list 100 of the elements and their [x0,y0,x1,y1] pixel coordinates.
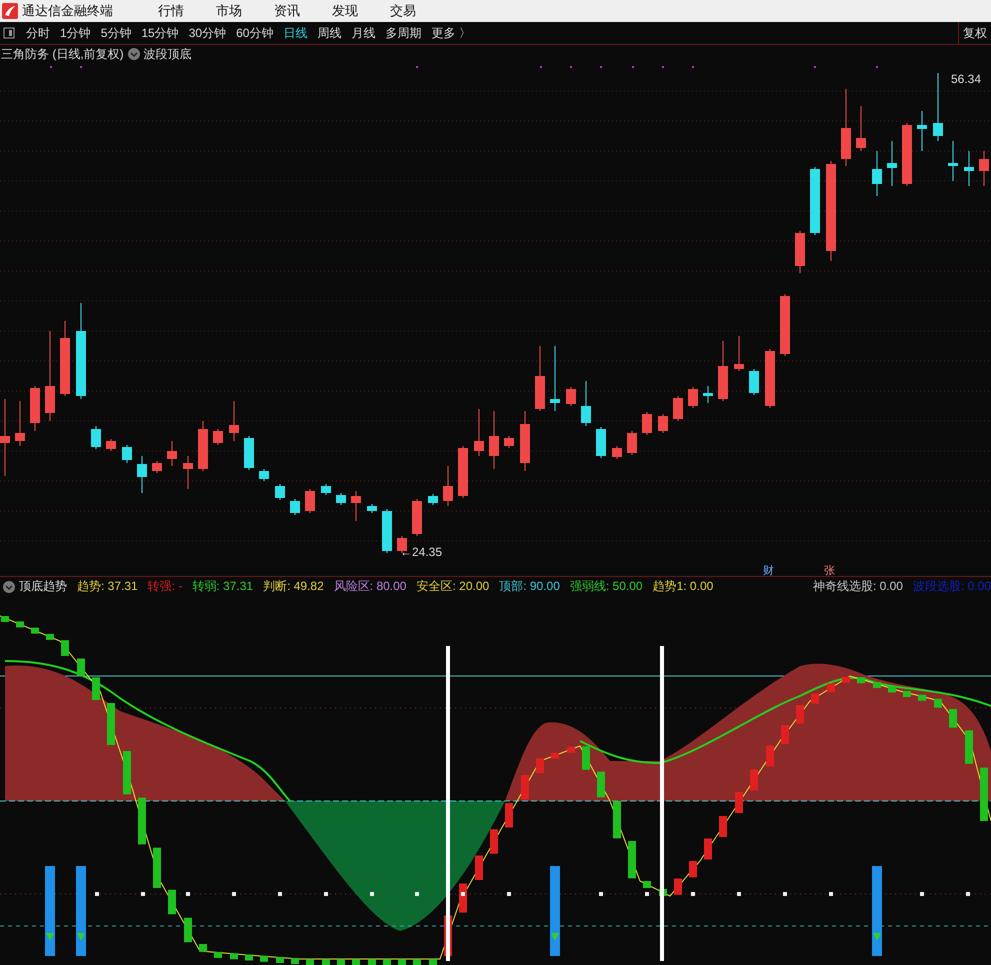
trend-bar [61,640,69,656]
indicator-value: 顶部: 90.00 [499,578,560,595]
adjust-button[interactable]: 复权 [958,22,991,44]
event-marker[interactable]: 张 [824,565,835,576]
candlestick [887,140,897,186]
trend-bar [413,959,421,965]
indicator-name: 顶底趋势 [19,578,67,595]
trend-bar [245,954,253,960]
indicator-name[interactable]: 波段顶底 [144,46,192,62]
trend-bar [398,959,406,965]
candlestick [167,440,177,466]
trend-bar [873,682,881,688]
candlestick [872,150,882,196]
period-tab[interactable]: 5分钟 [96,24,136,42]
trend-bar [965,730,973,764]
candlestick [428,494,438,506]
trend-bar [888,686,896,692]
trend-bar [306,959,314,965]
candlestick [122,444,132,464]
trend-bar [1,616,9,622]
trend-bar [123,751,131,794]
trend-bar [383,959,391,965]
trend-bar [719,816,727,837]
panel-toggle-icon[interactable] [3,27,15,39]
indicator-value: 波段选股: 0.00 [912,578,991,595]
dropdown-icon[interactable] [3,580,15,592]
chart-title: 三角防务 (日线,前复权) [1,46,124,62]
candlestick [229,400,239,442]
trend-bar [536,758,544,774]
trend-bar [429,959,437,965]
indicator-value: 风险区: 80.00 [334,578,406,595]
candlestick [275,484,285,500]
trend-bar [704,838,712,860]
trend-bar [857,677,865,684]
menu-item[interactable]: 交易 [390,2,416,20]
candlestick [933,72,943,142]
period-tab[interactable]: 15分钟 [136,24,184,42]
candlestick [106,438,116,452]
event-marker[interactable]: 财 [763,565,774,576]
period-tab[interactable]: 日线 [278,24,312,42]
period-tab[interactable]: 多周期 [380,24,426,42]
indicator-value: 趋势: 37.31 [77,578,138,595]
trend-bar [276,956,284,963]
candlestick [627,430,637,456]
candlestick [336,492,346,506]
period-tab[interactable]: 分时 [21,24,55,42]
candlestick [734,336,744,372]
trend-bar [643,881,651,888]
menu-item[interactable]: 发现 [332,2,358,20]
trend-bar [750,770,758,790]
candlestick [351,490,361,522]
candlestick [795,230,805,274]
candlestick [964,150,974,186]
candlestick [948,140,958,182]
candlestick [979,150,989,186]
trend-bar [168,890,176,914]
candlestick [382,508,392,554]
candlestick [566,386,576,406]
period-tab[interactable]: 周线 [312,24,346,42]
candlestick [259,468,269,482]
trend-bar [521,775,529,800]
menu-item[interactable]: 市场 [216,2,242,20]
trend-bar [903,691,911,697]
trend-bar [628,841,636,878]
trend-bar [582,746,590,770]
period-tab[interactable]: 1分钟 [55,24,96,42]
trend-bar [505,803,513,828]
trend-bar [735,792,743,813]
candlestick [367,504,377,514]
candlestick [198,420,208,472]
trend-bar [613,801,621,838]
candlestick [581,380,591,426]
candlestick [749,368,759,396]
trend-bar [781,725,789,744]
menu-item[interactable]: 行情 [158,2,184,20]
candlestick [612,446,622,460]
candlestick [15,400,25,446]
period-tab[interactable]: 月线 [346,24,380,42]
candlestick [765,348,775,408]
candlestick [183,456,193,490]
period-tab[interactable]: 60分钟 [231,24,278,42]
period-tab[interactable]: 更多 〉 [426,24,476,42]
dropdown-icon[interactable] [128,48,140,60]
trend-bar [674,878,682,895]
candlestick [504,436,514,448]
trend-bar [796,705,804,724]
menu-item[interactable]: 资讯 [274,2,300,20]
period-tab[interactable]: 30分钟 [184,24,232,42]
indicator-value: 强弱线: 50.00 [570,578,643,595]
candlestick [658,414,668,434]
candlestick [688,386,698,408]
candlestick [137,456,147,494]
candlestick [244,436,254,470]
app-logo-icon [2,3,18,19]
trend-bar [291,958,299,964]
high-price-label: 56.34 [951,72,982,86]
indicator-value: 神奇线选股: 0.00 [812,578,903,595]
candlestick [535,346,545,412]
trend-bar [337,959,345,965]
trend-bar [322,959,330,965]
